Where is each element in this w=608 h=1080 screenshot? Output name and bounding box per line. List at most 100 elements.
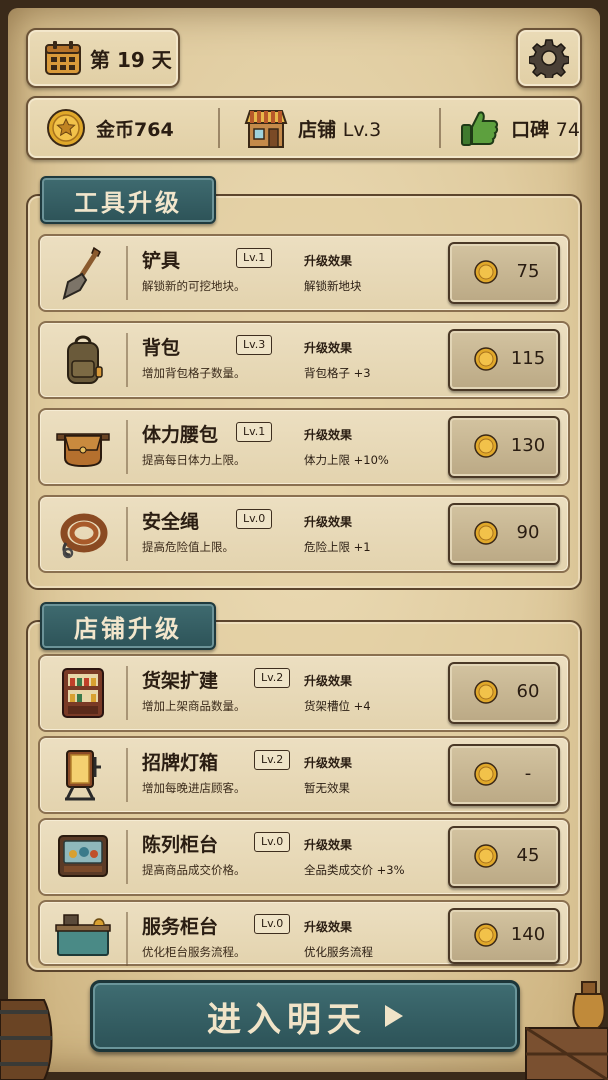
shelf-icon bbox=[46, 660, 120, 726]
tools-section: 铲具 Lv.1 解锁新的可挖地块。 升级效果 解锁新地块 75 背包 Lv.3 … bbox=[26, 194, 582, 590]
reputation-value: 74 bbox=[555, 118, 580, 141]
divider bbox=[126, 333, 128, 387]
shop-section: 货架扩建 Lv.2 增加上架商品数量。 升级效果 货架槽位 +4 60 招牌灯箱… bbox=[26, 620, 582, 972]
day-indicator: 第 19 天 bbox=[26, 28, 180, 88]
item-name: 体力腰包 bbox=[142, 424, 219, 446]
item-name: 背包 bbox=[142, 337, 181, 359]
upgrade-button[interactable]: 90 bbox=[448, 503, 560, 565]
item-description: 提高商品成交价格。 bbox=[142, 863, 246, 877]
effect-value: 全品类成交价 +3% bbox=[304, 863, 405, 877]
level-badge: Lv.0 bbox=[254, 914, 291, 934]
shop-level-stat: 店铺 Lv.3 bbox=[220, 98, 439, 158]
item-name: 陈列柜台 bbox=[142, 834, 219, 856]
upgrade-price: 45 bbox=[516, 845, 540, 866]
divider bbox=[126, 666, 128, 720]
backpack-icon bbox=[46, 327, 120, 393]
item-name: 服务柜台 bbox=[142, 916, 219, 938]
tool-item-backpack: 背包 Lv.3 增加背包格子数量。 升级效果 背包格子 +3 115 bbox=[38, 321, 570, 399]
thumbs-up-icon bbox=[461, 111, 499, 146]
divider bbox=[126, 912, 128, 966]
effect-value: 背包格子 +3 bbox=[304, 366, 371, 380]
upgrade-button[interactable]: 45 bbox=[448, 826, 560, 888]
reputation: 口碑 74 bbox=[511, 115, 580, 142]
upgrade-price: 130 bbox=[510, 435, 546, 456]
upgrade-price: 115 bbox=[510, 348, 546, 369]
upgrade-price: - bbox=[524, 763, 532, 784]
effect-title: 升级效果 bbox=[304, 254, 353, 268]
upgrade-button[interactable]: 140 bbox=[448, 908, 560, 964]
service-counter-icon bbox=[46, 906, 120, 962]
shovel-icon bbox=[46, 240, 120, 306]
upgrade-button[interactable]: 130 bbox=[448, 416, 560, 478]
gold-amount: 金币764 bbox=[96, 118, 174, 141]
level-badge: Lv.0 bbox=[236, 509, 273, 529]
crate-decoration bbox=[525, 981, 608, 1080]
effect-title: 升级效果 bbox=[304, 756, 353, 770]
gold-coin-icon bbox=[474, 434, 498, 458]
gold-coin-icon bbox=[474, 844, 498, 868]
effect-title: 升级效果 bbox=[304, 674, 353, 688]
upgrade-button[interactable]: 60 bbox=[448, 662, 560, 724]
effect-title: 升级效果 bbox=[304, 515, 353, 529]
gold-stat: 金币764 bbox=[28, 98, 218, 158]
display-case-icon bbox=[46, 824, 120, 890]
item-name: 安全绳 bbox=[142, 511, 200, 533]
gold-coin-icon bbox=[474, 762, 498, 786]
effect-title: 升级效果 bbox=[304, 428, 353, 442]
divider bbox=[126, 246, 128, 300]
tool-item-shovel: 铲具 Lv.1 解锁新的可挖地块。 升级效果 解锁新地块 75 bbox=[38, 234, 570, 312]
next-day-button[interactable]: 进入明天 bbox=[90, 980, 520, 1052]
reputation-stat: 口碑 74 bbox=[441, 98, 580, 158]
shop-item-display-case: 陈列柜台 Lv.0 提高商品成交价格。 升级效果 全品类成交价 +3% 45 bbox=[38, 818, 570, 896]
effect-value: 货架槽位 +4 bbox=[304, 699, 371, 713]
day-label: 第 19 天 bbox=[90, 47, 172, 72]
play-arrow-icon bbox=[385, 1005, 403, 1027]
gold-coin-icon bbox=[474, 347, 498, 371]
level-badge: Lv.2 bbox=[254, 750, 291, 770]
upgrade-price: 75 bbox=[516, 261, 540, 282]
divider bbox=[218, 108, 221, 148]
shop-label: 店铺 bbox=[298, 118, 337, 141]
upgrade-button[interactable]: - bbox=[448, 744, 560, 806]
level-badge: Lv.0 bbox=[254, 832, 291, 852]
shop-item-service-counter: 服务柜台 Lv.0 优化柜台服务流程。 升级效果 优化服务流程 140 bbox=[38, 900, 570, 966]
effect-value: 体力上限 +10% bbox=[304, 453, 389, 467]
divider bbox=[439, 108, 442, 148]
effect-title: 升级效果 bbox=[304, 920, 353, 934]
effect-title: 升级效果 bbox=[304, 838, 353, 852]
effect-value: 解锁新地块 bbox=[304, 279, 362, 293]
reputation-label: 口碑 bbox=[511, 118, 550, 141]
effect-value: 优化服务流程 bbox=[304, 945, 373, 959]
effect-value: 危险上限 +1 bbox=[304, 540, 371, 554]
barrel-decoration bbox=[0, 999, 53, 1080]
gold-coin-icon bbox=[47, 109, 85, 147]
shop-level: 店铺 Lv.3 bbox=[298, 115, 381, 142]
upgrade-button[interactable]: 75 bbox=[448, 242, 560, 304]
tool-item-waist-pouch: 体力腰包 Lv.1 提高每日体力上限。 升级效果 体力上限 +10% 130 bbox=[38, 408, 570, 486]
waist-pouch-icon bbox=[46, 414, 120, 480]
lightbox-sign-icon bbox=[46, 742, 120, 808]
effect-value: 暂无效果 bbox=[304, 781, 350, 795]
item-description: 增加上架商品数量。 bbox=[142, 699, 246, 713]
item-description: 优化柜台服务流程。 bbox=[142, 945, 246, 959]
item-description: 提高每日体力上限。 bbox=[142, 453, 246, 467]
divider bbox=[126, 420, 128, 474]
divider bbox=[126, 507, 128, 561]
effect-title: 升级效果 bbox=[304, 341, 353, 355]
item-description: 增加背包格子数量。 bbox=[142, 366, 246, 380]
gear-icon bbox=[529, 39, 569, 78]
item-name: 货架扩建 bbox=[142, 670, 219, 692]
shop-item-shelf: 货架扩建 Lv.2 增加上架商品数量。 升级效果 货架槽位 +4 60 bbox=[38, 654, 570, 732]
gold-coin-icon bbox=[474, 680, 498, 704]
shop-item-lightbox-sign: 招牌灯箱 Lv.2 增加每晚进店顾客。 升级效果 暂无效果 - bbox=[38, 736, 570, 814]
tools-section-title: 工具升级 bbox=[40, 176, 216, 224]
upgrade-button[interactable]: 115 bbox=[448, 329, 560, 391]
upgrade-price: 90 bbox=[516, 522, 540, 543]
tool-item-safety-rope: 安全绳 Lv.0 提高危险值上限。 升级效果 危险上限 +1 90 bbox=[38, 495, 570, 573]
divider bbox=[126, 830, 128, 884]
item-description: 提高危险值上限。 bbox=[142, 540, 234, 554]
settings-button[interactable] bbox=[516, 28, 582, 88]
item-description: 增加每晚进店顾客。 bbox=[142, 781, 246, 795]
gold-coin-icon bbox=[474, 260, 498, 284]
level-badge: Lv.1 bbox=[236, 248, 273, 268]
